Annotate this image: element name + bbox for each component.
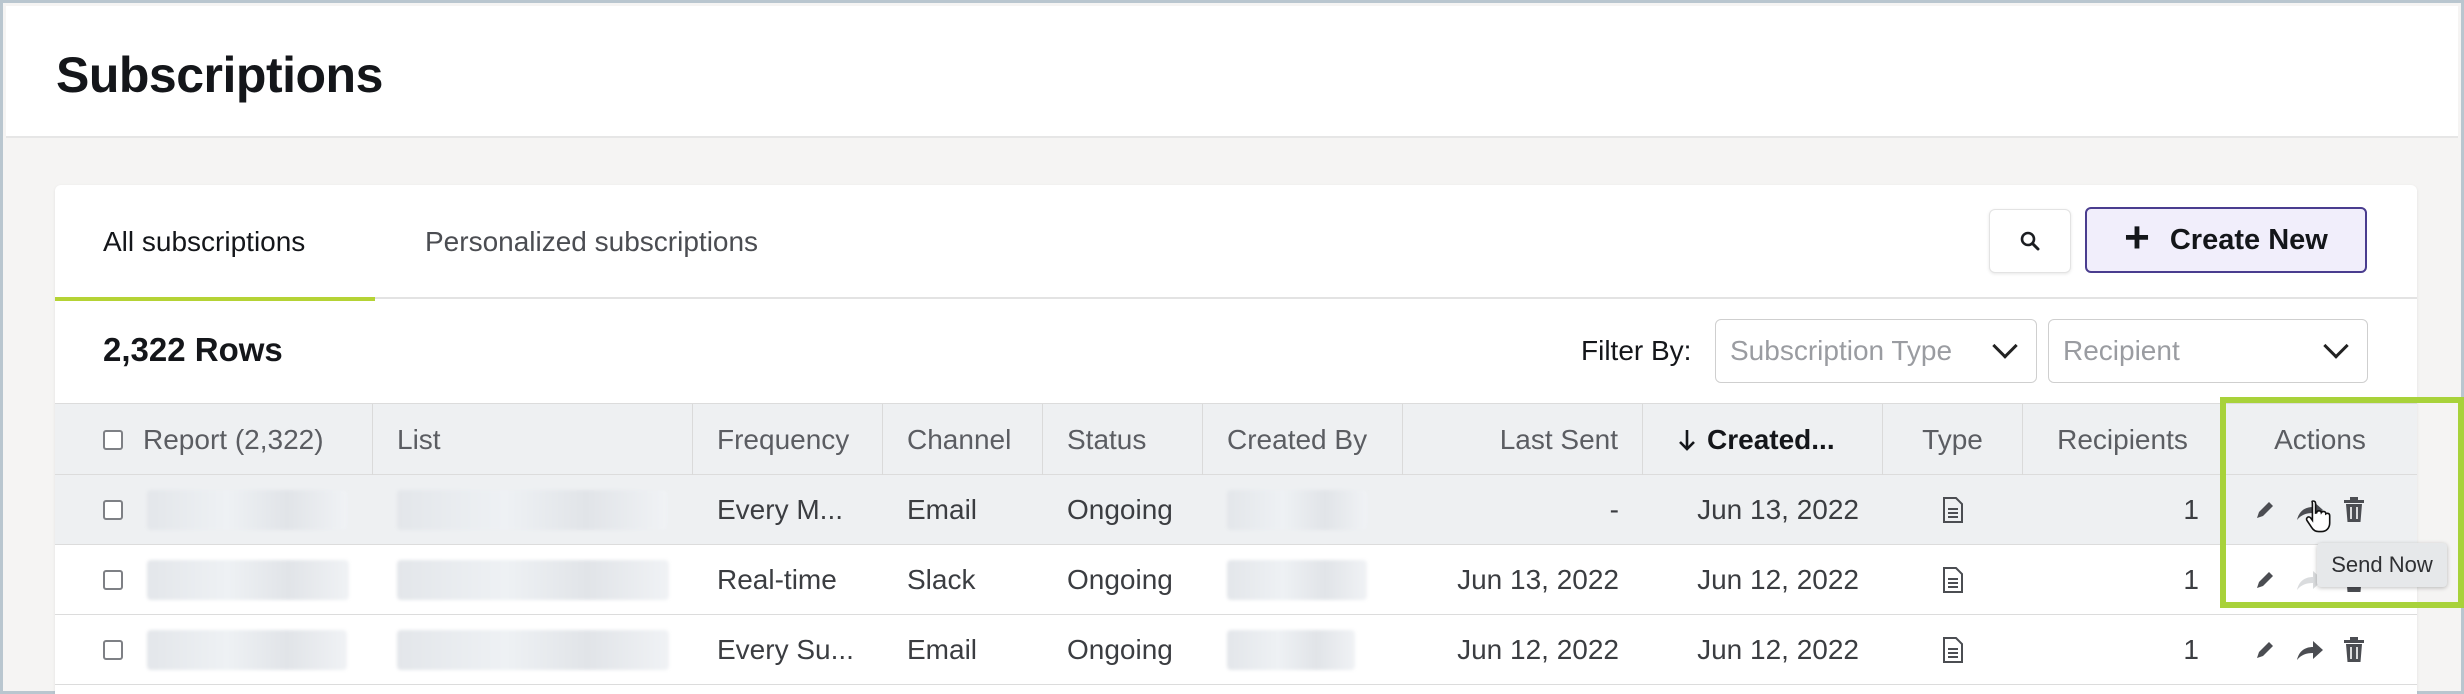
column-created-label: Created... [1707, 424, 1835, 455]
row-status: Ongoing [1067, 494, 1173, 525]
document-icon [1942, 567, 1964, 593]
column-created-by[interactable]: Created By [1203, 404, 1403, 476]
tab-personalized-subscriptions[interactable]: Personalized subscriptions [425, 185, 758, 299]
report-name-redacted [147, 490, 347, 530]
column-actions: Actions [2274, 424, 2366, 455]
row-last-sent: Jun 13, 2022 [1457, 564, 1619, 595]
chevron-down-icon [1992, 333, 2018, 359]
row-recipients: 1 [2183, 634, 2199, 665]
column-type[interactable]: Type [1883, 404, 2023, 476]
row-recipients: 1 [2183, 564, 2199, 595]
list-name-redacted [397, 630, 669, 670]
create-new-button[interactable]: + Create New [2085, 207, 2367, 273]
subscriptions-card: All subscriptions Personalized subscript… [55, 185, 2417, 694]
search-icon [2018, 229, 2042, 253]
row-status: Ongoing [1067, 564, 1173, 595]
page-header: Subscriptions [6, 6, 2458, 138]
list-name-redacted [397, 560, 669, 600]
column-list[interactable]: List [373, 404, 693, 476]
row-checkbox[interactable] [103, 500, 123, 520]
plus-icon: + [2124, 213, 2150, 262]
row-frequency: Every Su... [717, 634, 854, 665]
recipient-select[interactable]: Recipient [2048, 319, 2368, 383]
rows-count: 2,322 Rows [103, 331, 283, 368]
column-report-label: Report (2,322) [143, 424, 324, 455]
row-channel: Slack [907, 564, 976, 595]
row-last-sent: Jun 12, 2022 [1457, 634, 1619, 665]
tabs-bar: All subscriptions Personalized subscript… [55, 185, 2417, 301]
subscription-type-select[interactable]: Subscription Type [1715, 319, 2037, 383]
report-name-redacted [147, 560, 349, 600]
tab-all-subscriptions[interactable]: All subscriptions [55, 185, 375, 301]
created-by-redacted [1227, 630, 1355, 670]
report-name-redacted [147, 630, 347, 670]
table-header: Report (2,322) List Frequency Channel St… [55, 403, 2417, 476]
table-row[interactable]: Every M... Email Ongoing - Jun 13, 2022 … [55, 475, 2417, 545]
created-by-redacted [1227, 560, 1367, 600]
send-now-tooltip: Send Now [2317, 543, 2447, 587]
column-created[interactable]: Created... [1643, 404, 1883, 476]
recipient-placeholder: Recipient [2063, 335, 2180, 366]
document-icon [1942, 637, 1964, 663]
filter-label: Filter By: [1581, 335, 1692, 366]
column-recipients[interactable]: Recipients [2023, 404, 2223, 476]
row-status: Ongoing [1067, 634, 1173, 665]
row-created: Jun 12, 2022 [1697, 564, 1859, 595]
select-all-checkbox[interactable] [103, 430, 123, 450]
subscription-type-placeholder: Subscription Type [1730, 335, 1953, 366]
edit-icon[interactable] [2253, 498, 2277, 522]
column-last-sent[interactable]: Last Sent [1403, 404, 1643, 476]
row-recipients: 1 [2183, 494, 2199, 525]
send-now-icon[interactable] [2295, 638, 2325, 662]
row-channel: Email [907, 494, 978, 525]
column-frequency[interactable]: Frequency [693, 404, 883, 476]
chevron-down-icon [2323, 333, 2349, 359]
delete-icon[interactable] [2343, 497, 2365, 523]
document-icon [1942, 497, 1964, 523]
delete-icon[interactable] [2343, 637, 2365, 663]
page-title: Subscriptions [56, 47, 383, 103]
row-checkbox[interactable] [103, 570, 123, 590]
hand-cursor-icon [2305, 499, 2331, 533]
row-created: Jun 13, 2022 [1697, 494, 1859, 525]
row-channel: Email [907, 634, 978, 665]
column-channel[interactable]: Channel [883, 404, 1043, 476]
edit-icon[interactable] [2253, 638, 2277, 662]
create-new-label: Create New [2169, 223, 2328, 256]
row-frequency: Real-time [717, 564, 837, 595]
edit-icon[interactable] [2253, 568, 2277, 592]
table-row[interactable]: Every Su... Email Ongoing Jun 12, 2022 J… [55, 615, 2417, 685]
row-last-sent: - [1609, 494, 1619, 525]
row-frequency: Every M... [717, 494, 844, 525]
row-created: Jun 12, 2022 [1697, 634, 1859, 665]
column-report[interactable]: Report (2,322) [55, 404, 373, 476]
created-by-redacted [1227, 490, 1367, 530]
search-button[interactable] [1989, 209, 2071, 273]
table-row[interactable]: Real-time Slack Ongoing Jun 13, 2022 Jun… [55, 545, 2417, 615]
column-status[interactable]: Status [1043, 404, 1203, 476]
list-name-redacted [397, 490, 667, 530]
arrow-down-icon [1677, 428, 1697, 452]
row-checkbox[interactable] [103, 640, 123, 660]
